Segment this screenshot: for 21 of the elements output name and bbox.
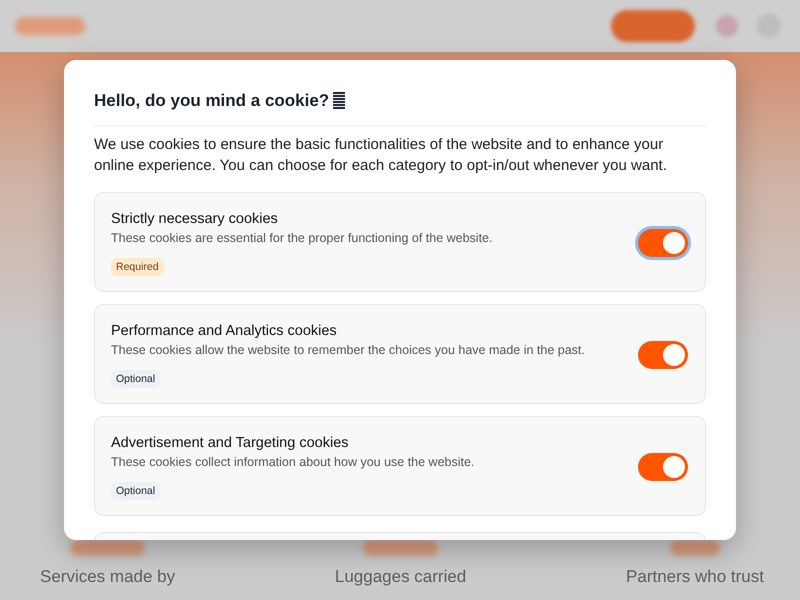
circle-icon[interactable]	[716, 15, 738, 37]
toggle-switch[interactable]	[638, 340, 688, 368]
category-tag: Optional	[111, 482, 160, 500]
category-description: These cookies allow the website to remember the choices you have made in the past.	[111, 342, 585, 359]
intro-text: We use cookies to ensure the basic functionalities of the website and to enhance your online experience. You can choose for each category to opt-in/out whenever you want.	[94, 135, 668, 176]
stacked-lines-icon	[333, 91, 346, 111]
stat-label: Luggages carried	[334, 566, 466, 588]
logo[interactable]	[15, 17, 85, 35]
category-description: These cookies are essential for the proper functioning of the website.	[111, 230, 492, 247]
stat-label: Services made by	[40, 566, 176, 588]
blurred-number-bar	[670, 540, 720, 556]
category-description: These cookies collect information about how you use the website.	[111, 454, 474, 471]
dialog-title: Hello, do you mind a cookie?	[94, 90, 330, 112]
category-title: Strictly necessary cookies	[111, 210, 278, 229]
header-button[interactable]	[611, 10, 695, 42]
stat-label: Partners who trust	[626, 566, 764, 588]
category-title: Performance and Analytics cookies	[111, 322, 337, 341]
category-title: Advertisement and Targeting cookies	[111, 434, 349, 453]
category-tag: Optional	[111, 370, 160, 388]
toggle-switch[interactable]	[638, 452, 688, 480]
category-tag: Required	[111, 258, 164, 276]
